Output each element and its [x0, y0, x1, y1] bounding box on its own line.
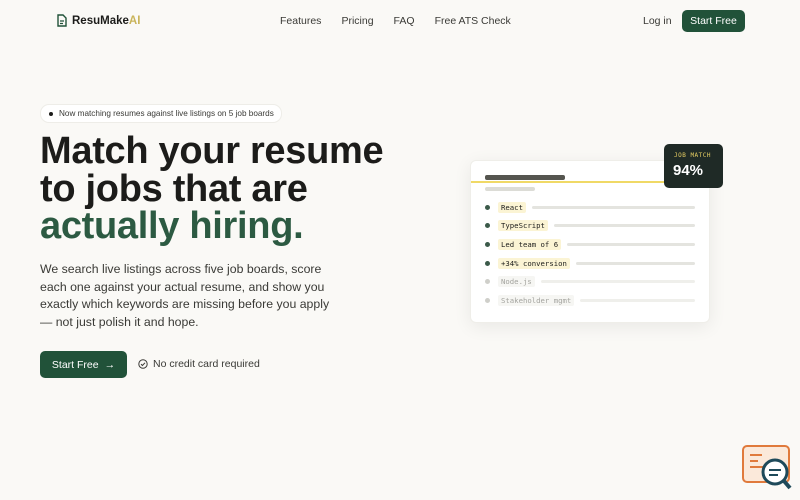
brand-name-part1: Resu	[72, 14, 101, 27]
badge-dot	[49, 111, 53, 116]
keyword-row: React	[485, 200, 695, 214]
hero-title-line3: actually hiring.	[40, 205, 304, 247]
keyword-row: Stakeholder mgmt	[485, 294, 695, 308]
keyword-line	[575, 261, 695, 265]
keyword-line	[567, 242, 695, 246]
nav-link-faq[interactable]: FAQ	[394, 15, 415, 27]
brand-name-part3: AI	[128, 14, 141, 27]
keyword-chip: +34% conversion	[498, 257, 570, 269]
keyword-chip: Led team of 6	[498, 238, 562, 250]
check-circle-icon	[138, 359, 148, 369]
hero-cta-label: Start Free	[51, 358, 99, 371]
keyword-row: +34% conversion	[485, 256, 695, 270]
chat-support-icon[interactable]	[742, 445, 792, 496]
job-match-badge: JOB MATCH 94%	[664, 144, 723, 188]
hero-subtitle: We search live listings across five job …	[40, 262, 330, 329]
nav-start-free-button[interactable]: Start Free	[682, 10, 745, 32]
nav-link-features[interactable]: Features	[280, 15, 321, 27]
hero-title: Match your resume to jobs that are actua…	[40, 130, 440, 247]
keyword-status-dot	[485, 279, 490, 285]
keyword-chip: Node.js	[498, 276, 535, 288]
keyword-status-dot	[485, 241, 490, 247]
job-match-value: 94%	[673, 162, 704, 179]
keyword-row: TypeScript	[485, 219, 695, 233]
nav-links: Features Pricing FAQ Free ATS Check	[280, 15, 511, 27]
arrow-right-icon: →	[104, 358, 116, 371]
keyword-row: Led team of 6	[485, 237, 695, 251]
keyword-chip: React	[498, 201, 526, 213]
keyword-status-dot	[485, 204, 490, 210]
keyword-chip: TypeScript	[498, 220, 548, 232]
keyword-status-dot	[485, 260, 490, 266]
login-link[interactable]: Log in	[643, 15, 672, 27]
resume-subheader-bar	[485, 187, 535, 191]
keyword-line	[540, 280, 695, 284]
nav-link-ats-check[interactable]: Free ATS Check	[435, 15, 511, 27]
nav-link-pricing[interactable]: Pricing	[341, 15, 373, 27]
hero-title-line2: to jobs that are	[40, 167, 308, 210]
top-nav: Resu Make AI Features Pricing FAQ Free ATS…	[0, 0, 800, 42]
no-credit-card-note: No credit card required	[138, 358, 260, 370]
resume-header-bar	[485, 175, 565, 180]
hero-start-free-button[interactable]: Start Free →	[40, 351, 127, 378]
keyword-row: Node.js	[485, 275, 695, 289]
keyword-line	[580, 299, 695, 302]
keyword-chip: Stakeholder mgmt	[498, 295, 575, 306]
document-icon	[57, 14, 67, 27]
keyword-status-dot	[485, 298, 490, 303]
keyword-status-dot	[485, 223, 490, 229]
keyword-line	[553, 224, 695, 228]
brand-logo[interactable]: Resu Make AI	[56, 14, 140, 27]
badge-text: Now matching resumes against live listin…	[59, 109, 274, 118]
brand-name-part2: Make	[100, 14, 129, 27]
announcement-badge: Now matching resumes against live listin…	[40, 104, 282, 123]
job-match-label: JOB MATCH	[674, 152, 712, 159]
keyword-line	[531, 205, 695, 209]
hero-title-line1: Match your resume	[40, 130, 384, 172]
no-credit-card-text: No credit card required	[153, 358, 260, 370]
